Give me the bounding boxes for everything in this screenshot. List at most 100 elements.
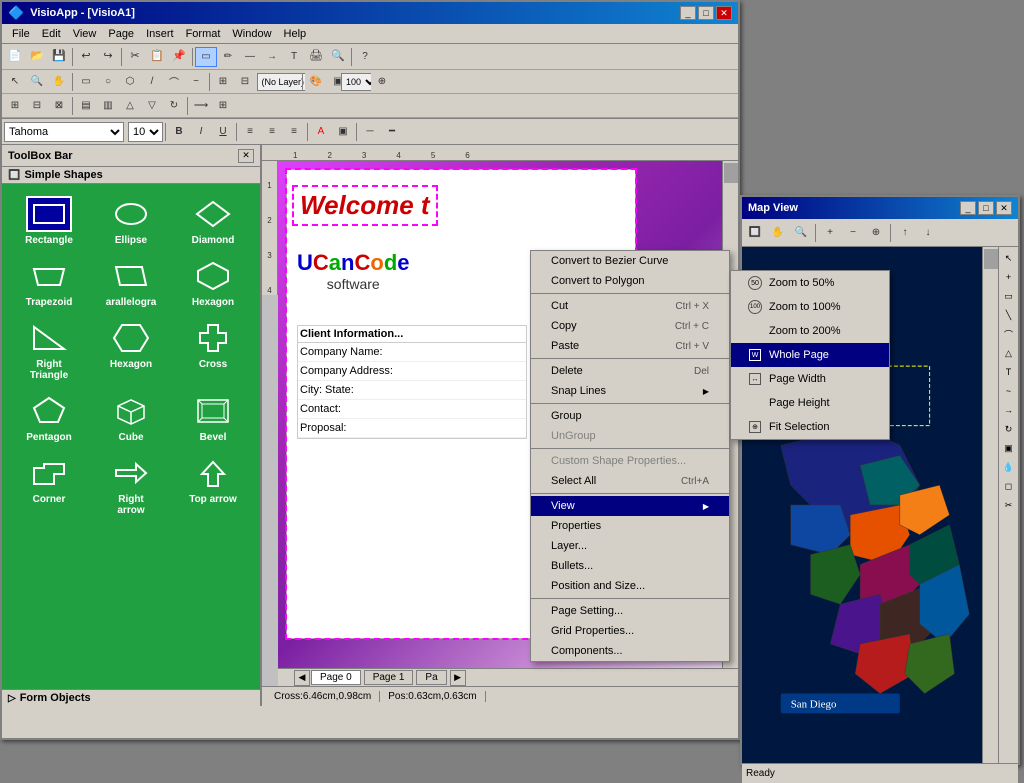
ctx-components[interactable]: Components...	[531, 641, 729, 661]
shape-hexagon[interactable]: Hexagon	[174, 254, 252, 312]
ctx-group[interactable]: Group	[531, 406, 729, 426]
shape-corner[interactable]: Corner	[10, 451, 88, 520]
align-left-btn[interactable]: ≡	[239, 122, 261, 142]
text-btn[interactable]: T	[283, 47, 305, 67]
group-btn[interactable]: ▤	[75, 96, 97, 116]
ctx-convert-polygon[interactable]: Convert to Polygon	[531, 271, 729, 291]
shape-parallelogram[interactable]: arallelogra	[92, 254, 170, 312]
view-zoom200[interactable]: Zoom to 200%	[731, 319, 889, 343]
menu-format[interactable]: Format	[180, 26, 227, 42]
ctx-grid-properties[interactable]: Grid Properties...	[531, 621, 729, 641]
map-fill-tool[interactable]: ▣	[1000, 439, 1018, 457]
menu-help[interactable]: Help	[278, 26, 313, 42]
map-text-tool[interactable]: T	[1000, 363, 1018, 381]
underline-btn[interactable]: U	[212, 122, 234, 142]
map-crop-tool[interactable]: ✂	[1000, 496, 1018, 514]
shape-diamond[interactable]: Diamond	[174, 192, 252, 250]
shape-ellipse[interactable]: Ellipse	[92, 192, 170, 250]
ctx-cut[interactable]: Cut Ctrl + X	[531, 296, 729, 316]
poly-tool[interactable]: ⬡	[119, 72, 141, 92]
front-btn[interactable]: △	[119, 96, 141, 116]
ctx-ungroup[interactable]: UnGroup	[531, 426, 729, 446]
map-scrollbar-v[interactable]	[982, 247, 998, 763]
view-fit-selection[interactable]: ⊕ Fit Selection	[731, 415, 889, 439]
rotate-btn[interactable]: ↻	[163, 96, 185, 116]
save-btn[interactable]: 💾	[48, 47, 70, 67]
map-arrow-tool[interactable]: ↖	[1000, 249, 1018, 267]
tab-next-btn[interactable]: ▶	[450, 670, 466, 686]
new-btn[interactable]: 📄	[4, 47, 26, 67]
shape-cross[interactable]: Cross	[174, 316, 252, 385]
map-tb-2[interactable]: ✋	[767, 223, 789, 243]
map-poly-tool[interactable]: △	[1000, 344, 1018, 362]
connect-btn[interactable]: ⟶	[190, 96, 212, 116]
view-page-height[interactable]: Page Height	[731, 391, 889, 415]
map-rotate-tool[interactable]: ↻	[1000, 420, 1018, 438]
tab-prev-btn[interactable]: ◀	[294, 670, 310, 686]
map-close-btn[interactable]: ✕	[996, 201, 1012, 215]
map-zoom-tool[interactable]: +	[1000, 268, 1018, 286]
line-btn[interactable]: —	[239, 47, 261, 67]
ctx-properties[interactable]: Properties	[531, 516, 729, 536]
help-btn[interactable]: ?	[354, 47, 376, 67]
redo-btn[interactable]: ↪	[97, 47, 119, 67]
menu-insert[interactable]: Insert	[140, 26, 180, 42]
draw-btn[interactable]: ✏	[217, 47, 239, 67]
back-btn[interactable]: ▽	[141, 96, 163, 116]
align-right-btn[interactable]: ≡	[283, 122, 305, 142]
cut-btn[interactable]: ✂	[124, 47, 146, 67]
shape-top-arrow[interactable]: Top arrow	[174, 451, 252, 520]
close-button[interactable]: ✕	[716, 6, 732, 20]
ctx-bullets[interactable]: Bullets...	[531, 556, 729, 576]
minimize-button[interactable]: _	[680, 6, 696, 20]
map-tb-3[interactable]: 🔍	[790, 223, 812, 243]
map-line-tool[interactable]: ╲	[1000, 306, 1018, 324]
map-eyedrop-tool[interactable]: 💧	[1000, 458, 1018, 476]
map-select-tool[interactable]: ▭	[1000, 287, 1018, 305]
align-left[interactable]: ⊞	[212, 72, 234, 92]
view-zoom50[interactable]: 50 Zoom to 50%	[731, 271, 889, 295]
page-tab-0[interactable]: Page 0	[311, 670, 361, 685]
map-scrollbar-thumb[interactable]	[984, 249, 998, 269]
shape-right-arrow[interactable]: Right arrow	[92, 451, 170, 520]
color-btn[interactable]: 🎨	[305, 72, 327, 92]
ungroup-btn[interactable]: ▥	[97, 96, 119, 116]
rect-tool[interactable]: ▭	[75, 72, 97, 92]
arrow-btn[interactable]: →	[261, 47, 283, 67]
font-select[interactable]: Tahoma	[4, 122, 124, 142]
ctx-snap-lines[interactable]: Snap Lines ▶	[531, 381, 729, 401]
ctx-delete[interactable]: Delete Del	[531, 361, 729, 381]
print-btn[interactable]: 🖨	[305, 47, 327, 67]
bg-color-btn[interactable]: ▣	[332, 122, 354, 142]
ellipse-tool[interactable]: ○	[97, 72, 119, 92]
map-tb-5[interactable]: −	[842, 223, 864, 243]
auto-layout[interactable]: ⊞	[212, 96, 234, 116]
ctx-paste[interactable]: Paste Ctrl + V	[531, 336, 729, 356]
zoom-tool[interactable]: 🔍	[26, 72, 48, 92]
map-tb-6[interactable]: ⊕	[865, 223, 887, 243]
map-bezier-tool[interactable]: ~	[1000, 382, 1018, 400]
select-tool[interactable]: ↖	[4, 72, 26, 92]
shape-pentagon[interactable]: Pentagon	[10, 389, 88, 447]
map-tb-7[interactable]: ↑	[894, 223, 916, 243]
map-tb-8[interactable]: ↓	[917, 223, 939, 243]
map-curve-tool[interactable]: ⌒	[1000, 325, 1018, 343]
ctx-layer[interactable]: Layer...	[531, 536, 729, 556]
menu-window[interactable]: Window	[226, 26, 277, 42]
menu-page[interactable]: Page	[102, 26, 140, 42]
shape-cube[interactable]: Cube	[92, 389, 170, 447]
zoom-fit[interactable]: ⊕	[371, 72, 393, 92]
menu-file[interactable]: File	[6, 26, 36, 42]
menu-edit[interactable]: Edit	[36, 26, 67, 42]
page-tab-2[interactable]: Pa	[416, 670, 446, 685]
shape-bevel[interactable]: Bevel	[174, 389, 252, 447]
map-max-btn[interactable]: □	[978, 201, 994, 215]
preview-btn[interactable]: 🔍	[327, 47, 349, 67]
shape-trapezoid[interactable]: Trapezoid	[10, 254, 88, 312]
bezier-tool[interactable]: ~	[185, 72, 207, 92]
maximize-button[interactable]: □	[698, 6, 714, 20]
layer-btn[interactable]: (No Layer)	[278, 72, 300, 92]
map-min-btn[interactable]: _	[960, 201, 976, 215]
shape-hexagon2[interactable]: Hexagon	[92, 316, 170, 385]
view-page-width[interactable]: ↔ Page Width	[731, 367, 889, 391]
